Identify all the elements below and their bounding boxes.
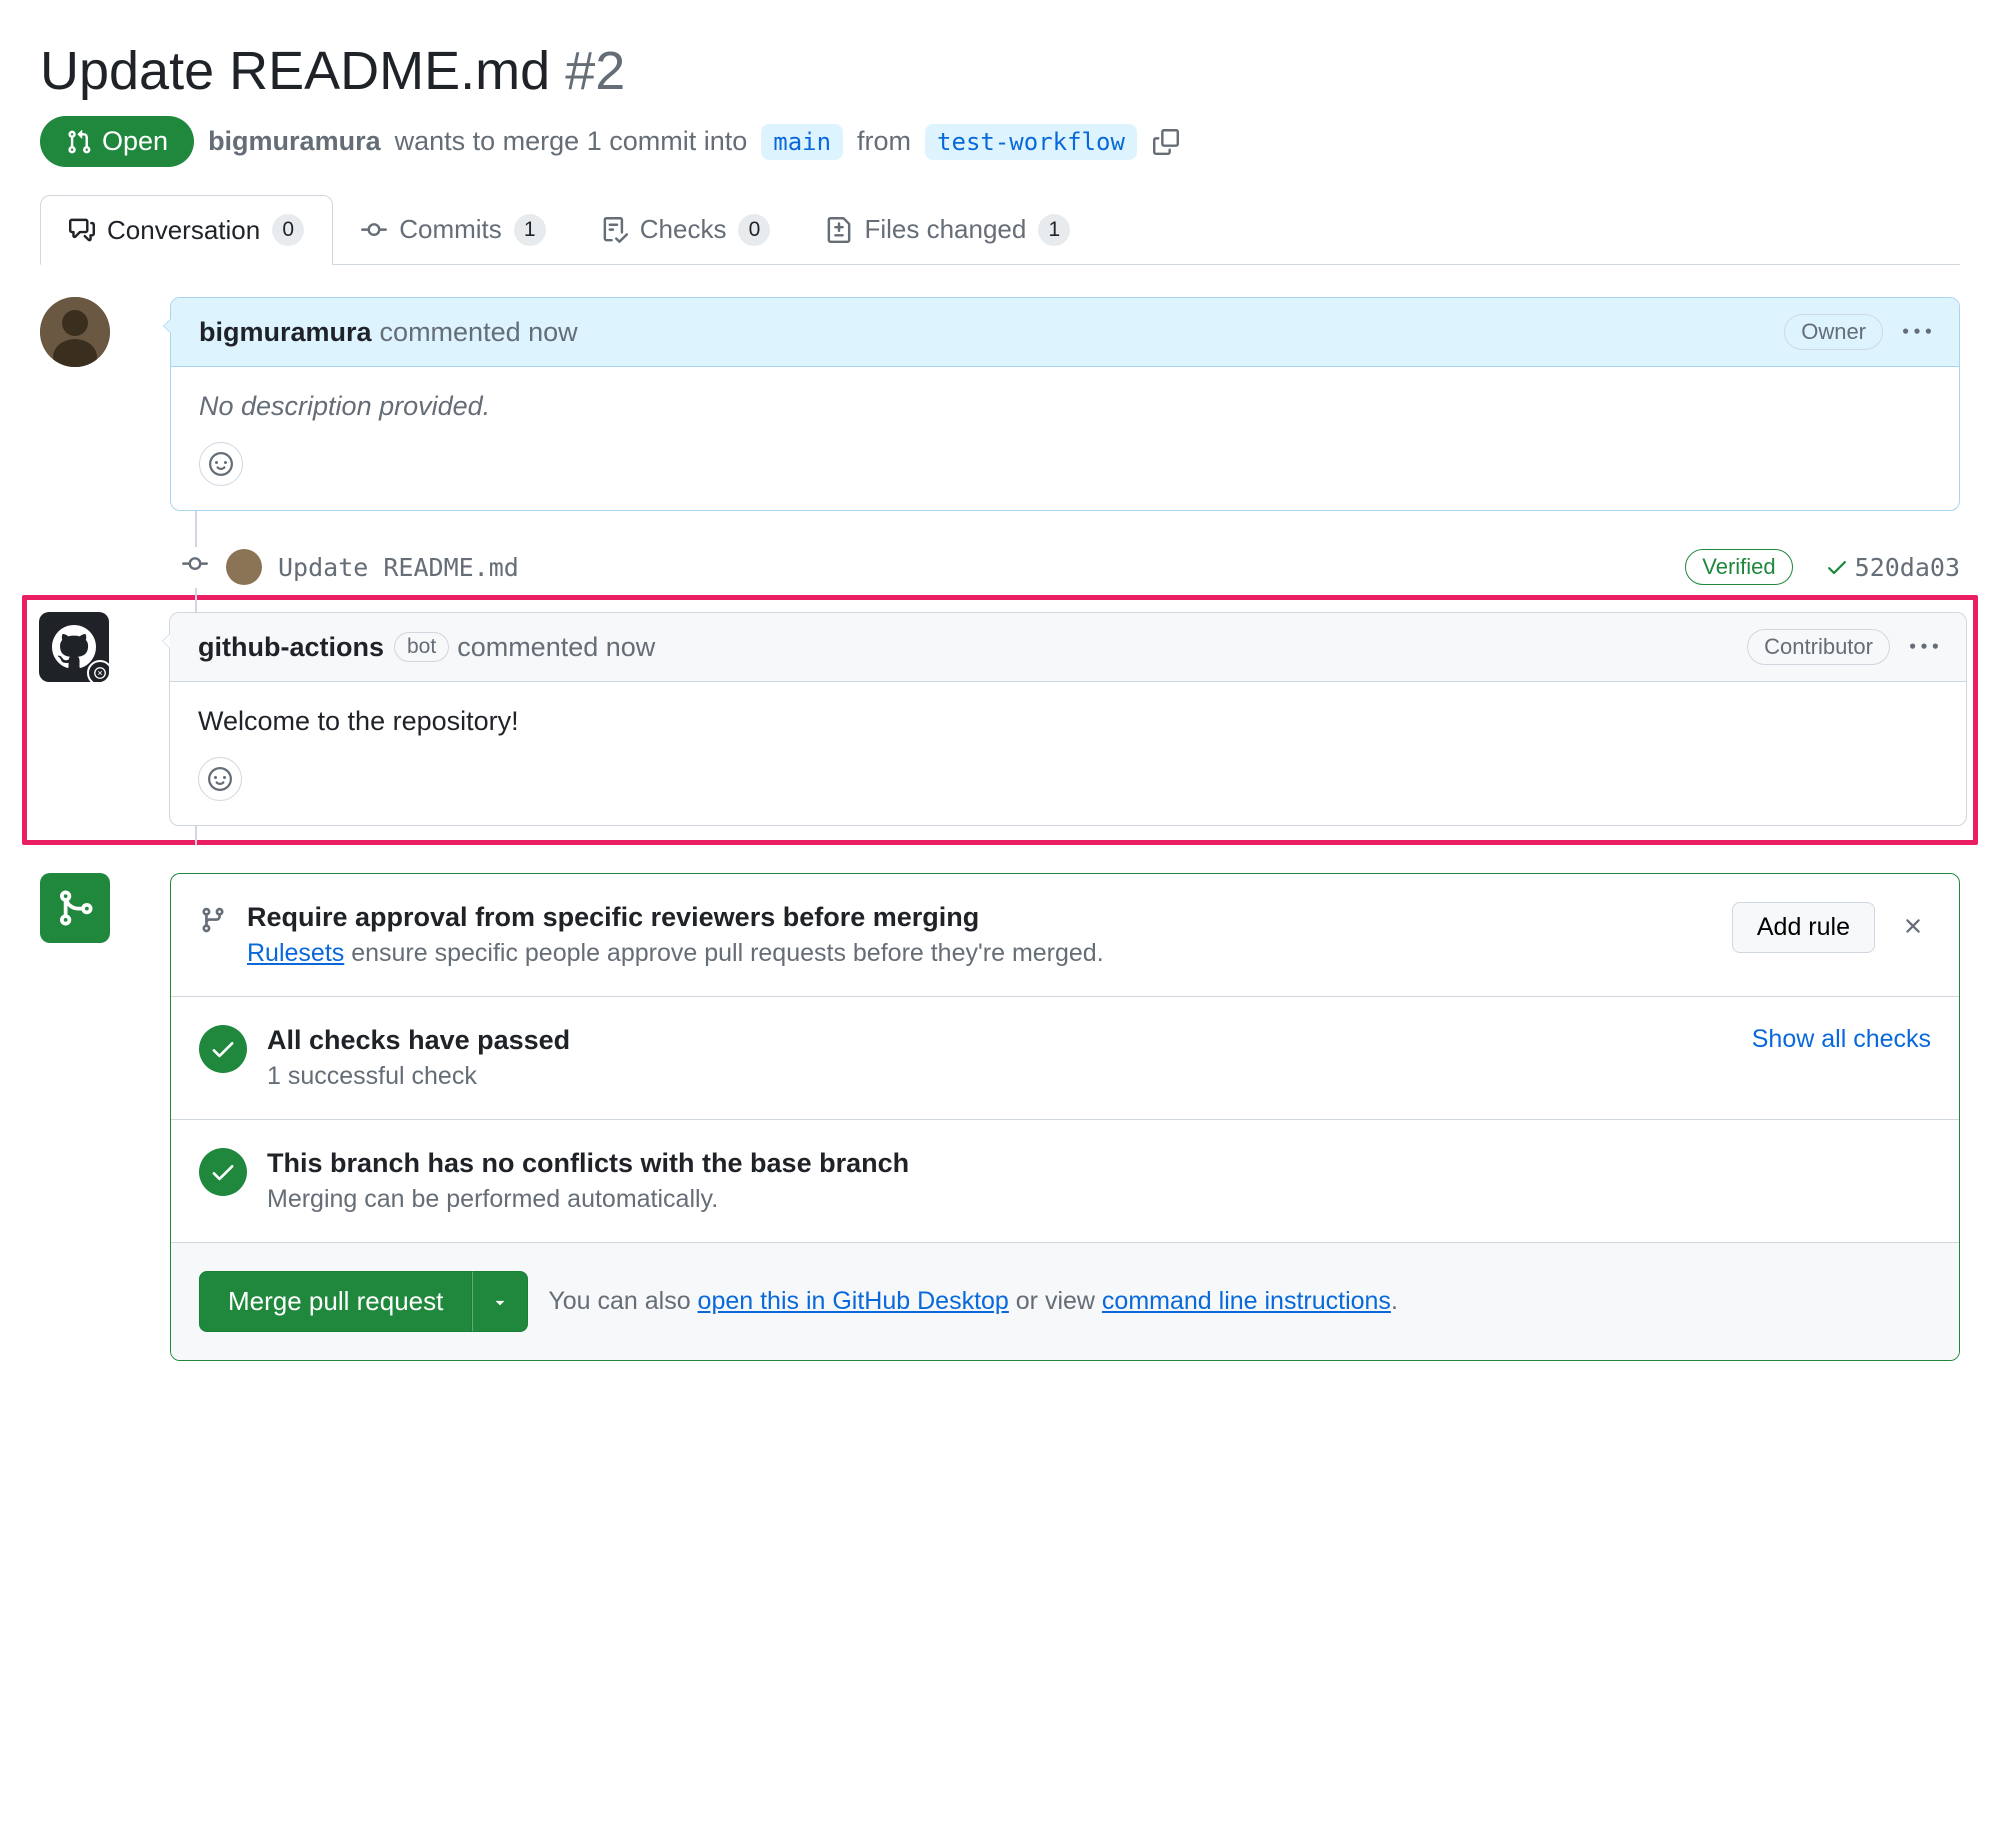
commit-message[interactable]: Update README.md [278,553,519,582]
check-circle-icon [199,1025,247,1073]
tab-commits[interactable]: Commits 1 [333,195,574,264]
avatar[interactable] [40,297,110,367]
merge-dropdown[interactable] [472,1271,528,1332]
show-all-checks-link[interactable]: Show all checks [1752,1025,1931,1054]
cli-link[interactable]: command line instructions [1102,1287,1391,1315]
git-commit-icon [361,217,387,243]
commit-row: Update README.md Verified 520da03 [166,539,1960,595]
merge-button[interactable]: Merge pull request [199,1271,472,1332]
tab-checks[interactable]: Checks 0 [574,195,799,264]
comment-box: bigmuramura commented now Owner No descr… [170,297,1960,511]
git-merge-icon [55,888,95,928]
conflicts-desc: Merging can be performed automatically. [267,1185,909,1214]
rule-title: Require approval from specific reviewers… [247,902,1104,933]
reaction-button[interactable] [199,442,243,486]
checks-title: All checks have passed [267,1025,570,1056]
tab-conversation[interactable]: Conversation 0 [40,195,333,265]
footer-text: You can also open this in GitHub Desktop… [548,1287,1398,1316]
comment-box: github-actions bot commented now Contrib… [169,612,1967,826]
comment-body: No description provided. [199,391,490,421]
status-row: Open bigmuramura wants to merge 1 commit… [40,116,1960,167]
commit-sha[interactable]: 520da03 [1825,553,1960,582]
checks-count: 0 [738,214,770,246]
role-badge: Owner [1784,314,1883,350]
smiley-icon [209,452,233,476]
pull-request-icon [66,129,92,155]
desktop-link[interactable]: open this in GitHub Desktop [698,1287,1009,1315]
state-badge: Open [40,116,194,167]
base-branch[interactable]: main [761,124,843,160]
comment-meta: commented now [380,317,578,348]
comment-author[interactable]: github-actions [198,632,384,663]
smiley-icon [208,767,232,791]
highlight-annotation: github-actions bot commented now Contrib… [22,595,1978,845]
rulesets-link[interactable]: Rulesets [247,939,344,967]
tab-files[interactable]: Files changed 1 [798,195,1098,264]
verified-badge[interactable]: Verified [1685,549,1792,585]
comment-body: Welcome to the repository! [198,706,519,736]
checks-desc: 1 successful check [267,1062,570,1091]
commits-count: 1 [514,214,546,246]
comment-discussion-icon [69,217,95,243]
close-icon[interactable] [1895,908,1931,947]
role-badge: Contributor [1747,629,1890,665]
head-branch[interactable]: test-workflow [925,124,1137,160]
merge-section: Require approval from specific reviewers… [40,873,1960,1361]
comment-author[interactable]: bigmuramura [199,317,372,348]
git-branch-icon [199,906,227,937]
triangle-down-icon [491,1293,509,1311]
bot-avatar[interactable] [39,612,109,682]
check-icon [1825,555,1849,579]
pr-number: #2 [565,41,625,101]
mini-avatar[interactable] [226,549,262,585]
add-rule-button[interactable]: Add rule [1732,902,1875,953]
check-circle-icon [199,1148,247,1196]
kebab-icon[interactable] [1910,633,1938,661]
author-link[interactable]: bigmuramura [208,126,381,157]
merge-status-icon [40,873,110,943]
files-count: 1 [1038,214,1070,246]
pr-title: Update README.md #2 [40,40,1960,102]
checklist-icon [602,217,628,243]
github-icon [52,625,96,669]
tabs: Conversation 0 Commits 1 Checks 0 Files … [40,195,1960,265]
bot-badge: bot [394,632,449,662]
file-diff-icon [826,217,852,243]
kebab-icon[interactable] [1903,318,1931,346]
comment-meta: commented now [457,632,655,663]
copy-icon[interactable] [1151,127,1181,157]
conflicts-title: This branch has no conflicts with the ba… [267,1148,909,1179]
git-commit-icon [182,547,208,588]
reaction-button[interactable] [198,757,242,801]
conversation-count: 0 [272,214,304,246]
